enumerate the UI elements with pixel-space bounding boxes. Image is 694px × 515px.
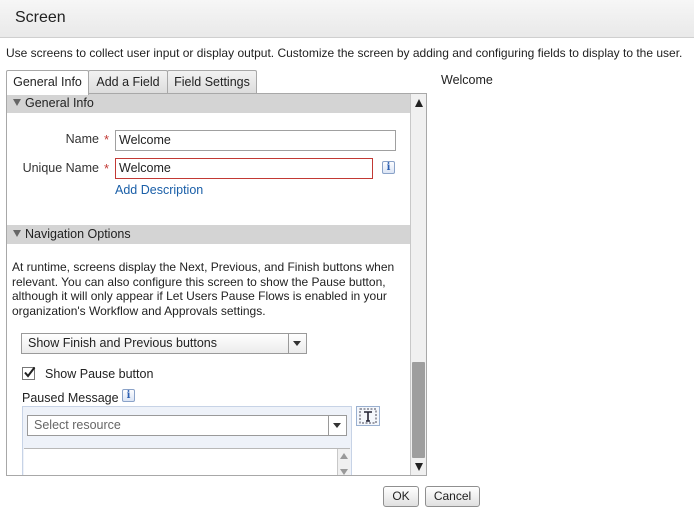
cancel-button[interactable]: Cancel [425, 486, 480, 507]
name-input[interactable]: Welcome [115, 130, 396, 151]
intro-text: Use screens to collect user input or dis… [6, 46, 683, 60]
tab-general-info[interactable]: General Info [6, 70, 89, 95]
navigation-description: At runtime, screens display the Next, Pr… [12, 260, 395, 318]
navigation-options-section-header[interactable]: Navigation Options [7, 225, 410, 244]
textarea-scrollbar[interactable] [337, 449, 350, 475]
preview-title: Welcome [441, 73, 493, 87]
unique-name-input[interactable]: Welcome [115, 158, 373, 179]
navigation-buttons-select[interactable]: Show Finish and Previous buttons [21, 333, 307, 354]
dialog-title: Screen [15, 9, 66, 26]
select-resource-combobox[interactable]: Select resource [27, 415, 347, 436]
paused-message-textarea[interactable] [24, 448, 350, 475]
info-icon[interactable]: i [122, 389, 135, 402]
insert-text-template-button[interactable] [356, 406, 380, 426]
tab-field-settings[interactable]: Field Settings [167, 70, 257, 94]
chevron-down-icon [288, 334, 306, 353]
text-template-icon [359, 408, 377, 424]
section-title: Navigation Options [25, 227, 131, 241]
required-asterisk: * [104, 132, 110, 147]
paused-message-editor: Select resource [22, 406, 352, 475]
paused-message-label: Paused Message [22, 391, 119, 405]
general-info-panel: General Info Name * Welcome Unique Name … [6, 93, 427, 476]
resource-placeholder: Select resource [34, 418, 121, 432]
show-pause-checkbox[interactable] [22, 366, 36, 380]
ok-button[interactable]: OK [383, 486, 419, 507]
checkmark-icon [24, 366, 36, 378]
show-pause-label[interactable]: Show Pause button [45, 367, 153, 381]
panel-scrollbar[interactable] [410, 94, 426, 475]
scrollbar-thumb[interactable] [412, 362, 425, 458]
required-asterisk: * [104, 161, 110, 176]
section-title: General Info [25, 96, 94, 110]
name-label: Name [65, 132, 99, 146]
add-description-link[interactable]: Add Description [115, 183, 203, 197]
scroll-down-icon[interactable] [340, 469, 348, 475]
chevron-down-icon [328, 416, 346, 435]
dialog-header [0, 0, 694, 38]
scroll-up-icon[interactable] [415, 99, 423, 107]
unique-name-label: Unique Name [22, 161, 99, 175]
collapse-triangle-icon [13, 99, 21, 106]
scroll-up-icon[interactable] [340, 453, 348, 459]
general-info-section-header[interactable]: General Info [7, 94, 410, 113]
info-icon[interactable]: i [382, 161, 395, 174]
select-value: Show Finish and Previous buttons [28, 336, 217, 350]
collapse-triangle-icon [13, 230, 21, 237]
scroll-down-icon[interactable] [415, 463, 423, 471]
tab-add-a-field[interactable]: Add a Field [88, 70, 168, 94]
